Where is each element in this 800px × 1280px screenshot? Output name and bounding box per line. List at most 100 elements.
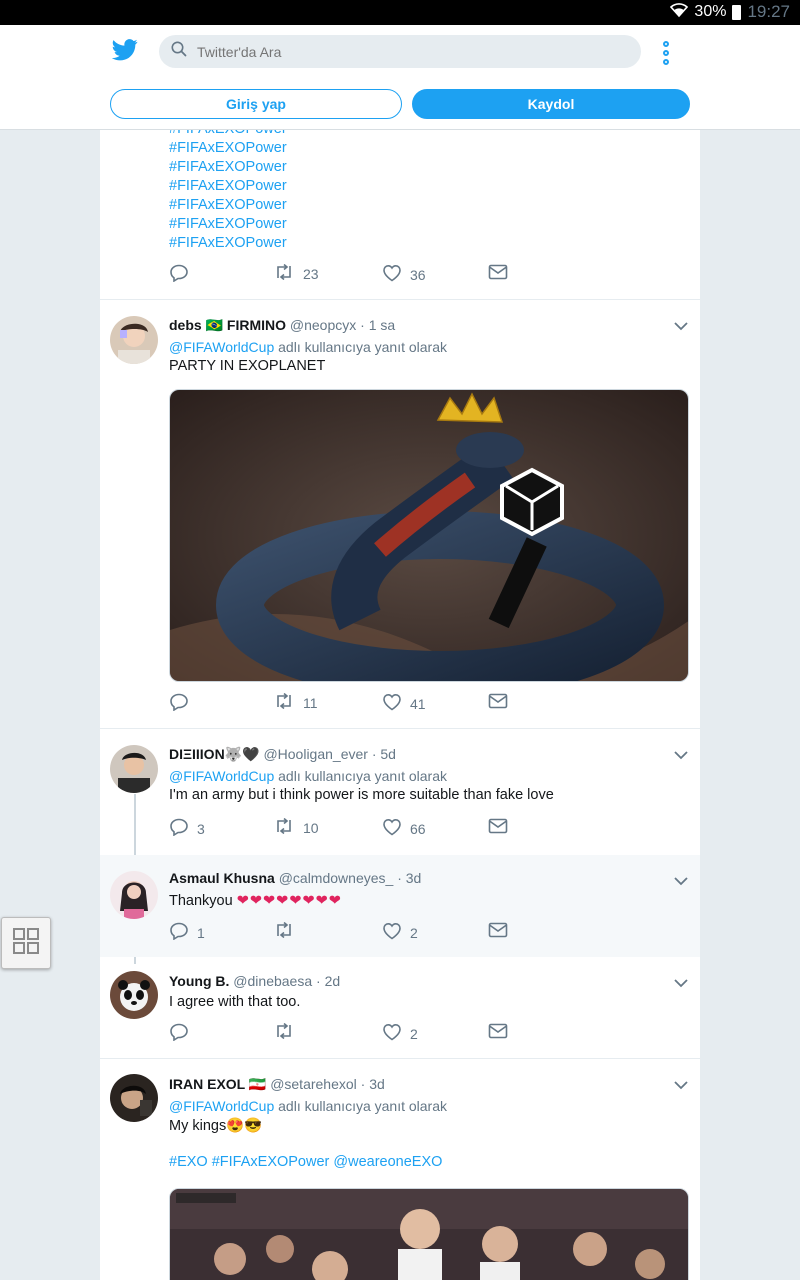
tweet[interactable]: DIΞIIION🐺🖤 @Hooligan_ever · 5d @FIFAWorl… (100, 729, 700, 855)
tweet-header: IRAN EXOL 🇮🇷 @setarehexol · 3d (169, 1076, 385, 1092)
reply-button[interactable]: 3 (169, 818, 205, 839)
hashtag-link[interactable]: #FIFAxEXOPower (169, 177, 690, 196)
timestamp[interactable]: 1 sa (369, 317, 395, 333)
avatar[interactable] (110, 971, 158, 1019)
dm-button[interactable] (488, 264, 508, 283)
username[interactable]: @neopcyx (290, 317, 356, 333)
twitter-logo-icon[interactable] (111, 39, 138, 63)
timestamp[interactable]: 3d (406, 870, 422, 886)
like-button[interactable]: 2 (382, 922, 418, 943)
display-name[interactable]: Young B. (169, 973, 229, 989)
reply-button[interactable] (169, 1023, 189, 1044)
display-name[interactable]: debs 🇧🇷 FIRMINO (169, 317, 286, 333)
like-count: 66 (410, 820, 426, 837)
dm-button[interactable] (488, 818, 508, 837)
tweet-text: I agree with that too. (169, 994, 301, 1010)
like-button[interactable]: 36 (382, 264, 426, 285)
reply-suffix: adlı kullanıcıya yanıt olarak (278, 768, 448, 784)
reply-button[interactable]: 1 (169, 922, 205, 943)
like-button[interactable]: 66 (382, 818, 426, 839)
retweet-button[interactable]: 23 (273, 263, 319, 283)
tweet-hashtags[interactable]: #EXO #FIFAxEXOPower @weareoneEXO (169, 1154, 690, 1170)
dm-button[interactable] (488, 922, 508, 941)
top-header: Giriş yap Kaydol (0, 25, 800, 130)
chevron-down-icon[interactable] (674, 975, 688, 989)
more-options-icon[interactable] (660, 41, 672, 65)
reply-icon (169, 922, 189, 943)
avatar[interactable] (110, 316, 158, 364)
envelope-icon (488, 264, 508, 283)
timestamp[interactable]: 2d (325, 973, 341, 989)
envelope-icon (488, 922, 508, 941)
tweet-text-content: Thankyou (169, 893, 233, 909)
hashtag-link[interactable]: #FIFAxEXOPower (169, 158, 690, 177)
username[interactable]: @Hooligan_ever (263, 746, 368, 762)
mention-link[interactable]: @FIFAWorldCup (169, 1098, 274, 1114)
display-name[interactable]: IRAN EXOL 🇮🇷 (169, 1076, 266, 1092)
tweet-header: DIΞIIION🐺🖤 @Hooligan_ever · 5d (169, 746, 396, 762)
reply-suffix: adlı kullanıcıya yanıt olarak (278, 339, 448, 355)
chevron-down-icon[interactable] (674, 873, 688, 887)
timeline: #FIFAxEXOPower #FIFAxEXOPower #FIFAxEXOP… (100, 130, 700, 1280)
chevron-down-icon[interactable] (674, 318, 688, 332)
hashtag-link[interactable]: #FIFAxEXOPower (169, 215, 690, 234)
hashtag-link[interactable]: #FIFAxEXOPower (169, 234, 690, 253)
reply-context: @FIFAWorldCup adlı kullanıcıya yanıt ola… (169, 768, 690, 784)
timestamp[interactable]: 5d (380, 746, 396, 762)
reply-icon (169, 818, 189, 839)
chevron-down-icon[interactable] (674, 747, 688, 761)
hashtag-link[interactable]: #FIFAxEXOPower (169, 139, 690, 158)
signup-button[interactable]: Kaydol (412, 89, 690, 119)
username[interactable]: @dinebaesa (233, 973, 312, 989)
like-button[interactable]: 41 (382, 693, 426, 714)
retweet-button[interactable] (273, 921, 295, 941)
hashtag-link[interactable]: #FIFAxEXOPower (169, 196, 690, 215)
retweet-button[interactable]: 11 (273, 692, 318, 712)
envelope-icon (488, 818, 508, 837)
tweet[interactable]: IRAN EXOL 🇮🇷 @setarehexol · 3d @FIFAWorl… (100, 1059, 700, 1280)
tweet-header: debs 🇧🇷 FIRMINO @neopcyx · 1 sa (169, 317, 396, 333)
retweet-icon (273, 921, 295, 941)
retweet-count: 23 (303, 265, 319, 282)
heart-icon (382, 264, 402, 285)
mention-link[interactable]: @FIFAWorldCup (169, 339, 274, 355)
reply-button[interactable] (169, 693, 189, 714)
display-name[interactable]: DIΞIIION🐺🖤 (169, 746, 260, 762)
display-name[interactable]: Asmaul Khusna (169, 870, 275, 886)
mention-link[interactable]: @FIFAWorldCup (169, 768, 274, 784)
login-button[interactable]: Giriş yap (110, 89, 402, 119)
username[interactable]: @setarehexol (270, 1076, 357, 1092)
retweet-icon (273, 1022, 295, 1042)
tweet-text: PARTY IN EXOPLANET (169, 358, 326, 374)
heart-icon (382, 818, 402, 839)
timestamp[interactable]: 3d (369, 1076, 385, 1092)
reply-button[interactable] (169, 264, 189, 285)
dm-button[interactable] (488, 693, 508, 712)
tweet[interactable]: #FIFAxEXOPower #FIFAxEXOPower #FIFAxEXOP… (100, 130, 700, 300)
avatar[interactable] (110, 745, 158, 793)
reply-icon (169, 1023, 189, 1044)
retweet-button[interactable]: 10 (273, 817, 319, 837)
tweet-body: IRAN EXOL 🇮🇷 @setarehexol · 3d @FIFAWorl… (169, 1076, 690, 1170)
search-bar[interactable] (159, 35, 641, 68)
tweet[interactable]: Young B. @dinebaesa · 2d I agree with th… (100, 957, 700, 1059)
heart-icon (382, 1023, 402, 1044)
chevron-down-icon[interactable] (674, 1077, 688, 1091)
tweet[interactable]: Asmaul Khusna @calmdowneyes_ · 3d Thanky… (100, 855, 700, 957)
retweet-icon (273, 692, 295, 712)
hashtag-link[interactable]: #FIFAxEXOPower (169, 130, 690, 139)
grid-icon (12, 927, 40, 960)
retweet-button[interactable] (273, 1022, 295, 1042)
search-input[interactable] (197, 43, 597, 60)
dm-button[interactable] (488, 1023, 508, 1042)
tweet[interactable]: debs 🇧🇷 FIRMINO @neopcyx · 1 sa @FIFAWor… (100, 300, 700, 729)
like-button[interactable]: 2 (382, 1023, 418, 1044)
username[interactable]: @calmdowneyes_ (279, 870, 394, 886)
like-count: 36 (410, 266, 426, 283)
avatar[interactable] (110, 871, 158, 919)
multiwindow-button[interactable] (1, 917, 51, 969)
tweet-image[interactable] (169, 389, 689, 682)
avatar[interactable] (110, 1074, 158, 1122)
tweet-body: debs 🇧🇷 FIRMINO @neopcyx · 1 sa @FIFAWor… (169, 317, 690, 374)
tweet-image[interactable] (169, 1188, 689, 1280)
